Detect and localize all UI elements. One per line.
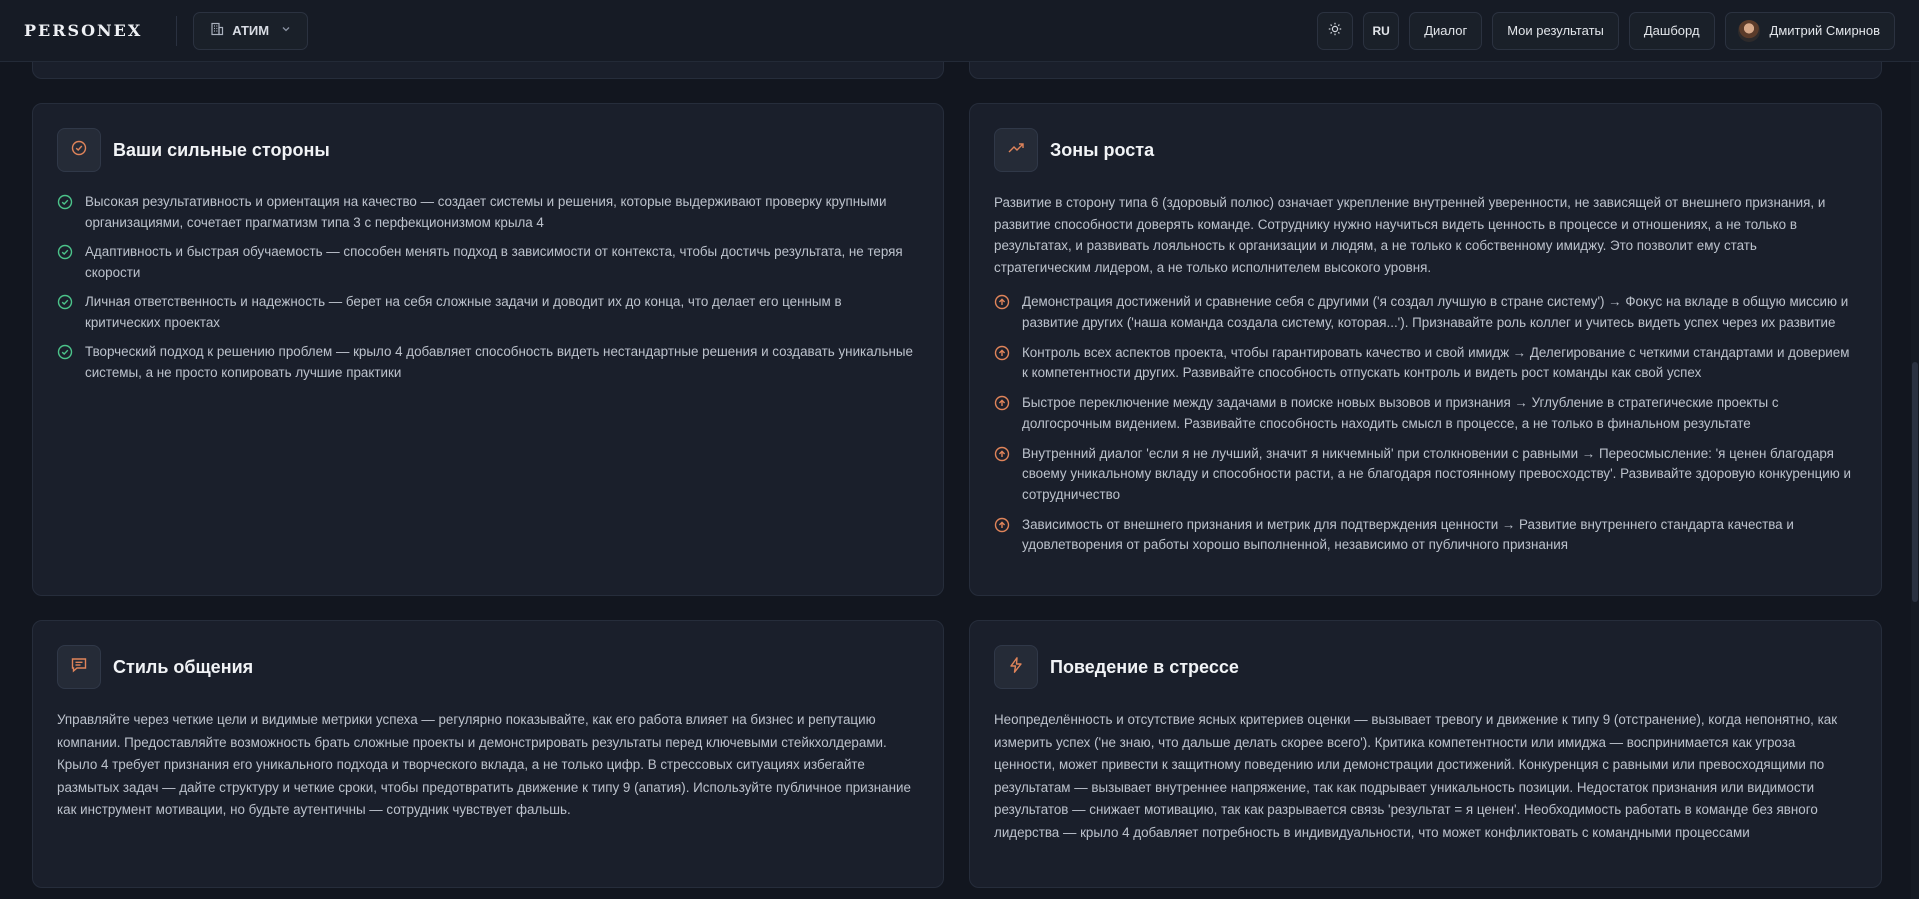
strengths-title: Ваши сильные стороны bbox=[113, 139, 330, 160]
list-item: Зависимость от внешнего признания и метр… bbox=[994, 515, 1857, 556]
check-circle-icon bbox=[57, 342, 75, 383]
growth-text: Демонстрация достижений и сравнение себя… bbox=[1022, 294, 1849, 330]
nav-dialog-button[interactable]: Диалог bbox=[1409, 11, 1483, 50]
trend-icon-box bbox=[994, 128, 1038, 172]
nav-dashboard-button[interactable]: Дашборд bbox=[1628, 11, 1715, 50]
logo[interactable]: PERSONEX bbox=[24, 21, 142, 40]
arrow-up-circle-icon bbox=[994, 292, 1012, 333]
growth-text: Контроль всех аспектов проекта, чтобы га… bbox=[1022, 344, 1850, 381]
list-item: Личная ответственность и надежность — бе… bbox=[57, 292, 919, 333]
message-icon bbox=[70, 656, 88, 679]
top-header: PERSONEX АТИМ RU Диалог Мои результаты Д… bbox=[0, 0, 1919, 62]
arrow-up-circle-icon bbox=[994, 444, 1012, 506]
list-item: Адаптивность и быстрая обучаемость — спо… bbox=[57, 242, 919, 283]
strengths-list: Высокая результативность и ориентация на… bbox=[57, 192, 919, 383]
building-icon bbox=[210, 22, 224, 39]
communication-card: Стиль общения Управляйте через четкие це… bbox=[32, 620, 944, 888]
list-item: Внутренний диалог 'если я не лучший, зна… bbox=[994, 444, 1857, 506]
chevron-down-icon bbox=[281, 24, 291, 37]
theme-toggle-button[interactable] bbox=[1317, 11, 1354, 50]
nav-my-results-button[interactable]: Мои результаты bbox=[1492, 11, 1619, 50]
check-circle-icon bbox=[57, 242, 75, 283]
list-item: Творческий подход к решению проблем — кр… bbox=[57, 342, 919, 383]
growth-intro: Развитие в сторону типа 6 (здоровый полю… bbox=[994, 195, 1826, 275]
growth-card: Зоны роста Развитие в сторону типа 6 (зд… bbox=[969, 103, 1882, 596]
growth-list: Демонстрация достижений и сравнение себя… bbox=[994, 292, 1857, 556]
org-name: АТИМ bbox=[232, 23, 270, 38]
trending-up-icon bbox=[1007, 139, 1025, 162]
list-item: Высокая результативность и ориентация на… bbox=[57, 192, 919, 233]
list-item: Быстрое переключение между задачами в по… bbox=[994, 393, 1857, 434]
arrow-up-circle-icon bbox=[994, 393, 1012, 434]
list-item: Демонстрация достижений и сравнение себя… bbox=[994, 292, 1857, 333]
check-circle-icon bbox=[57, 192, 75, 233]
scrollbar[interactable] bbox=[1911, 62, 1919, 899]
growth-text: Внутренний диалог 'если я не лучший, зна… bbox=[1022, 445, 1852, 502]
user-name: Дмитрий Смирнов bbox=[1769, 23, 1880, 38]
sun-icon bbox=[1328, 22, 1342, 39]
stress-text: Неопределённость и отсутствие ясных крит… bbox=[994, 712, 1838, 840]
avatar bbox=[1737, 19, 1760, 42]
scrollbar-thumb[interactable] bbox=[1912, 362, 1918, 602]
growth-title: Зоны роста bbox=[1050, 139, 1155, 160]
org-selector[interactable]: АТИМ bbox=[193, 11, 309, 50]
growth-text: Быстрое переключение между задачами в по… bbox=[1022, 395, 1779, 431]
lightning-icon bbox=[1007, 656, 1025, 679]
arrow-up-circle-icon bbox=[994, 343, 1012, 384]
strength-text: Личная ответственность и надежность — бе… bbox=[85, 294, 842, 330]
target-icon-box bbox=[57, 128, 101, 172]
check-circle-icon bbox=[57, 292, 75, 333]
strength-text: Высокая результативность и ориентация на… bbox=[85, 194, 887, 230]
chat-icon-box bbox=[57, 645, 101, 689]
stress-title: Поведение в стрессе bbox=[1050, 656, 1239, 677]
communication-title: Стиль общения bbox=[113, 656, 254, 677]
arrow-up-circle-icon bbox=[994, 515, 1012, 556]
lightning-icon-box bbox=[994, 645, 1038, 689]
list-item: Контроль всех аспектов проекта, чтобы га… bbox=[994, 343, 1857, 384]
stress-card: Поведение в стрессе Неопределённость и о… bbox=[969, 620, 1882, 888]
header-divider bbox=[176, 15, 178, 46]
target-icon bbox=[70, 139, 88, 162]
strengths-card: Ваши сильные стороны Высокая результатив… bbox=[32, 103, 944, 596]
strength-text: Творческий подход к решению проблем — кр… bbox=[85, 344, 913, 380]
growth-text: Зависимость от внешнего признания и метр… bbox=[1022, 516, 1794, 553]
language-button[interactable]: RU bbox=[1363, 11, 1400, 50]
communication-text: Управляйте через четкие цели и видимые м… bbox=[57, 712, 911, 817]
user-menu-button[interactable]: Дмитрий Смирнов bbox=[1724, 11, 1895, 50]
strength-text: Адаптивность и быстрая обучаемость — спо… bbox=[85, 244, 903, 280]
